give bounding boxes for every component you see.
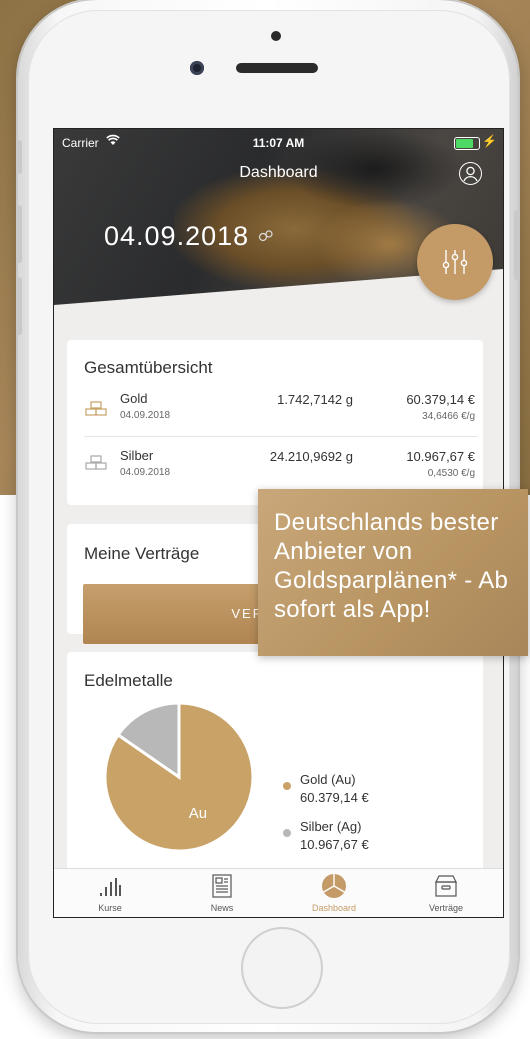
tab-kurse[interactable]: Kurse [54, 869, 166, 917]
battery-icon [454, 137, 480, 150]
sliders-icon [442, 250, 468, 274]
overview-silver-value: 10.967,67 € [406, 449, 475, 464]
legend-gold-dot [283, 782, 291, 790]
bar-chart-icon [100, 878, 121, 896]
archive-box-icon [435, 875, 457, 897]
pie-slice-label-gold: Au [189, 805, 207, 822]
overview-title: Gesamtübersicht [84, 358, 213, 377]
legend-silver-label: Silber (Ag) [300, 819, 362, 834]
legend-gold-value: 60.379,14 € [300, 790, 369, 805]
calendar-icon [258, 230, 273, 242]
legend-silver-value: 10.967,67 € [300, 837, 369, 852]
dashboard-pie-icon [322, 874, 346, 898]
overview-gold-weight: 1.742,7142 g [277, 392, 353, 407]
status-time: 11:07 AM [252, 136, 305, 150]
overview-silver-weight: 24.210,9692 g [269, 449, 353, 464]
newspaper-icon [212, 874, 232, 898]
hero-date: 04.09.2018 [104, 221, 250, 251]
tab-news-label: News [210, 903, 234, 913]
proximity-sensor [271, 31, 281, 41]
metals-title: Edelmetalle [84, 671, 173, 690]
tab-kurse-label: Kurse [98, 903, 122, 913]
charging-icon: ⚡ [482, 134, 497, 148]
promo-banner: Deutschlands bester Anbieter von Goldspa… [258, 489, 528, 656]
metals-card: Edelmetalle Au Gold (Au) 60.379,14 € Sil… [67, 652, 483, 882]
hero-header: Carrier 11:07 AM ⚡ Dashboard 04.09.2018 [54, 129, 503, 319]
overview-silver-rate: 0,4530 €/g [427, 468, 475, 479]
volume-up-button [16, 205, 22, 263]
legend-silver-dot [283, 829, 291, 837]
overview-silver-name: Silber [120, 448, 154, 463]
silver-bars-icon [85, 455, 107, 470]
nav-title: Dashboard [239, 164, 318, 181]
overview-gold-name: Gold [120, 391, 148, 406]
earpiece-speaker [236, 63, 318, 73]
tab-bar: Kurse News Dashboard Verträge [54, 868, 503, 917]
profile-icon[interactable] [459, 162, 482, 185]
overview-card: Gesamtübersicht Gold 04.09.2018 1.742,71… [67, 340, 483, 505]
front-camera [190, 61, 204, 75]
legend-gold-label: Gold (Au) [300, 772, 356, 787]
status-bar: Carrier 11:07 AM ⚡ [54, 133, 503, 153]
contracts-title: Meine Verträge [84, 544, 200, 563]
tab-vertraege[interactable]: Verträge [390, 869, 502, 917]
overview-gold-value: 60.379,14 € [406, 392, 475, 407]
promo-text: Deutschlands bester Anbieter von Goldspa… [274, 509, 509, 623]
gold-bars-icon [85, 401, 107, 416]
overview-divider [84, 436, 478, 437]
power-button [514, 210, 520, 280]
overview-silver-date: 04.09.2018 [120, 467, 171, 478]
tab-dashboard-label: Dashboard [311, 903, 357, 913]
overview-gold-date: 04.09.2018 [120, 410, 171, 421]
filter-settings-button[interactable] [417, 224, 493, 300]
home-button[interactable] [241, 927, 323, 1009]
tab-news[interactable]: News [166, 869, 278, 917]
overview-gold-rate: 34,6466 €/g [422, 411, 475, 422]
volume-down-button [16, 277, 22, 335]
tab-vertraege-label: Verträge [428, 903, 464, 913]
metals-pie-chart: Au [104, 702, 254, 852]
tab-dashboard[interactable]: Dashboard [278, 869, 390, 917]
mute-switch [16, 140, 22, 174]
